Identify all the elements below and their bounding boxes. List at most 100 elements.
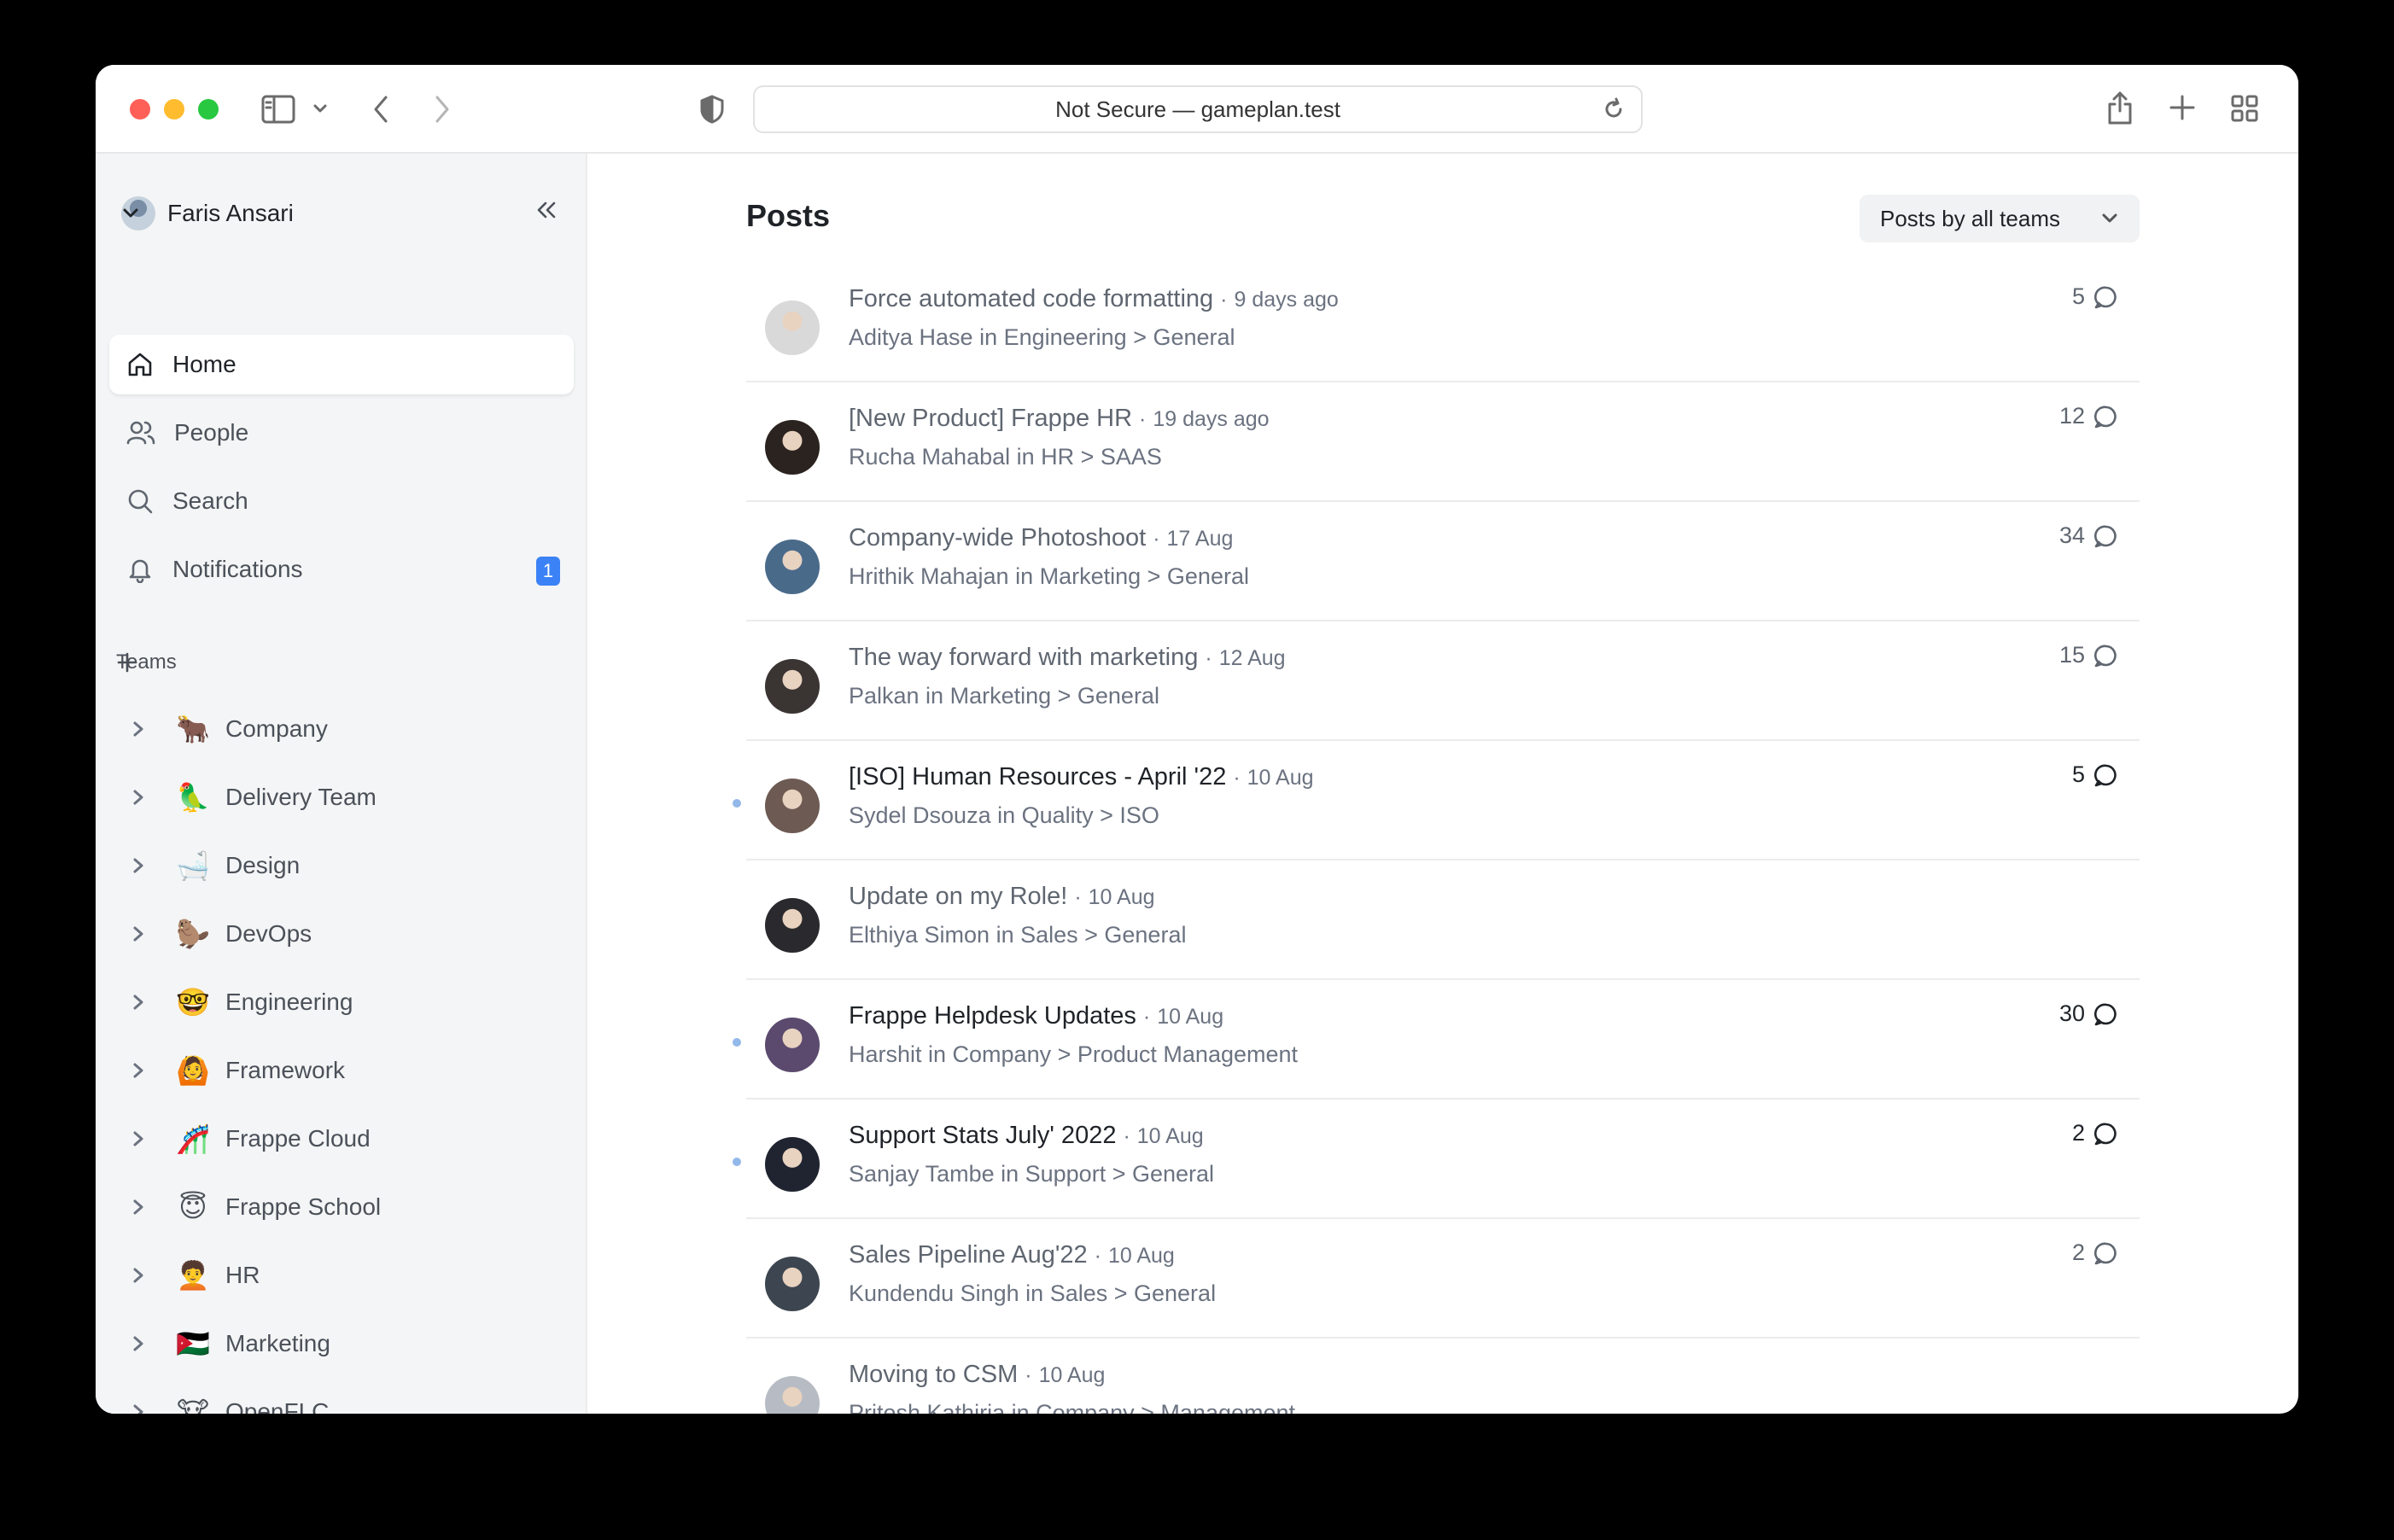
zoom-window-button[interactable] bbox=[198, 99, 219, 120]
post-row[interactable]: Update on my Role! · 10 Aug Elthiya Simon i… bbox=[746, 860, 2140, 980]
forward-arrow-icon[interactable] bbox=[432, 94, 453, 125]
team-emoji: 😇 bbox=[178, 1192, 207, 1222]
minimize-window-button[interactable] bbox=[164, 99, 184, 120]
chevron-down-icon[interactable] bbox=[312, 102, 328, 114]
new-tab-icon[interactable] bbox=[2169, 94, 2196, 121]
comment-count: 12 bbox=[2059, 403, 2119, 429]
tab-overview-icon[interactable] bbox=[2230, 94, 2259, 123]
address-bar[interactable]: Not Secure — gameplan.test bbox=[753, 85, 1643, 133]
team-item[interactable]: 🤓 Engineering bbox=[130, 977, 353, 1028]
user-menu[interactable]: Faris Ansari bbox=[121, 195, 294, 232]
post-time: 10 Aug bbox=[1107, 1244, 1175, 1268]
post-time: 17 Aug bbox=[1166, 527, 1234, 551]
post-title[interactable]: Sales Pipeline Aug'22 bbox=[849, 1241, 1088, 1269]
team-item[interactable]: 🇯🇴 Marketing bbox=[130, 1318, 330, 1369]
team-item[interactable]: 🎢 Frappe Cloud bbox=[130, 1113, 371, 1164]
collapse-sidebar-icon[interactable] bbox=[534, 200, 558, 220]
unread-dot bbox=[733, 799, 741, 808]
chevron-right-icon[interactable] bbox=[130, 1198, 161, 1216]
team-item[interactable]: 🧑‍🦱 HR bbox=[130, 1250, 260, 1301]
post-row[interactable]: [New Product] Frappe HR · 19 days ago Rucha… bbox=[746, 382, 2140, 502]
nav-people[interactable]: People bbox=[109, 403, 574, 463]
team-filter-dropdown[interactable]: Posts by all teams bbox=[1860, 195, 2140, 242]
post-title[interactable]: Moving to CSM bbox=[849, 1361, 1018, 1388]
team-item[interactable]: 🛁 Design bbox=[130, 840, 300, 891]
chevron-right-icon[interactable] bbox=[130, 856, 161, 875]
post-meta: Rucha Mahabal in HR > SAAS bbox=[849, 444, 1162, 470]
back-arrow-icon[interactable] bbox=[371, 94, 391, 125]
chevron-right-icon[interactable] bbox=[130, 1403, 161, 1414]
post-row[interactable]: Support Stats July' 2022 · 10 Aug Sanjay Ta… bbox=[733, 1100, 2140, 1219]
team-label: Company bbox=[225, 715, 328, 742]
post-row[interactable]: [ISO] Human Resources - April '22 · 10 Aug… bbox=[733, 741, 2140, 860]
comment-count: 5 bbox=[2072, 761, 2119, 788]
post-title[interactable]: Support Stats July' 2022 bbox=[849, 1122, 1116, 1149]
home-icon bbox=[128, 353, 152, 376]
privacy-shield-icon[interactable] bbox=[698, 94, 726, 125]
post-title-line: [New Product] Frappe HR · 19 days ago bbox=[849, 405, 1270, 433]
comment-count: 15 bbox=[2059, 642, 2119, 668]
sidebar-toggle-icon[interactable] bbox=[261, 94, 295, 125]
bell-icon bbox=[129, 559, 151, 583]
author-avatar bbox=[765, 1137, 820, 1192]
chevron-right-icon[interactable] bbox=[130, 1334, 161, 1353]
nav-search[interactable]: Search bbox=[109, 471, 574, 531]
reload-icon[interactable] bbox=[1602, 97, 1626, 121]
post-row[interactable]: Company-wide Photoshoot · 17 Aug Hrithik Ma… bbox=[746, 502, 2140, 621]
chevron-right-icon[interactable] bbox=[130, 1129, 161, 1148]
post-row[interactable]: Force automated code formatting · 9 days a… bbox=[746, 263, 2140, 382]
chevron-right-icon[interactable] bbox=[130, 993, 161, 1012]
post-meta: Aditya Hase in Engineering > General bbox=[849, 324, 1235, 350]
close-window-button[interactable] bbox=[130, 99, 150, 120]
post-title[interactable]: Force automated code formatting bbox=[849, 285, 1213, 312]
comment-bubble-icon bbox=[2093, 405, 2117, 428]
team-emoji: 🦫 bbox=[176, 919, 210, 949]
post-title[interactable]: [New Product] Frappe HR bbox=[849, 405, 1132, 432]
post-time: 10 Aug bbox=[1088, 885, 1155, 909]
post-time: 12 Aug bbox=[1218, 646, 1286, 670]
add-team-icon[interactable] bbox=[116, 651, 138, 674]
team-item[interactable]: 🦜 Delivery Team bbox=[130, 772, 377, 823]
post-title[interactable]: The way forward with marketing bbox=[849, 644, 1198, 671]
separator-dot: · bbox=[1139, 407, 1147, 431]
comment-bubble-icon bbox=[2093, 764, 2117, 786]
post-time: 9 days ago bbox=[1234, 288, 1339, 312]
team-item[interactable]: 🦫 DevOps bbox=[130, 908, 312, 960]
post-row[interactable]: Frappe Helpdesk Updates · 10 Aug Harshit in… bbox=[733, 980, 2140, 1100]
chevron-right-icon[interactable] bbox=[130, 1061, 161, 1080]
post-title[interactable]: Frappe Helpdesk Updates bbox=[849, 1002, 1136, 1030]
unread-dot bbox=[733, 1158, 741, 1166]
team-item[interactable]: 🙆 Framework bbox=[130, 1045, 345, 1096]
search-icon bbox=[128, 489, 153, 514]
team-label: Frappe School bbox=[225, 1193, 382, 1220]
nav-notifications[interactable]: Notifications 1 bbox=[109, 540, 574, 599]
chevron-right-icon[interactable] bbox=[130, 1266, 161, 1285]
team-item[interactable]: 🐮 OpenFLC bbox=[130, 1386, 329, 1414]
comment-count: 5 bbox=[2072, 283, 2119, 310]
post-row[interactable]: Sales Pipeline Aug'22 · 10 Aug Kundendu Sin… bbox=[746, 1219, 2140, 1339]
chevron-right-icon[interactable] bbox=[130, 788, 161, 807]
nav-notifications-label: Notifications bbox=[172, 556, 303, 582]
nav-search-label: Search bbox=[172, 487, 248, 514]
post-time: 10 Aug bbox=[1136, 1124, 1204, 1148]
comment-bubble-icon bbox=[2093, 286, 2117, 308]
post-title-line: Force automated code formatting · 9 days a… bbox=[849, 285, 1339, 313]
team-item[interactable]: 😇 Frappe School bbox=[130, 1181, 381, 1233]
author-avatar bbox=[765, 659, 820, 714]
chevron-right-icon[interactable] bbox=[130, 925, 161, 943]
team-emoji: 🐂 bbox=[176, 714, 210, 744]
nav-home[interactable]: Home bbox=[109, 335, 574, 394]
comment-count: 34 bbox=[2059, 522, 2119, 549]
post-title[interactable]: [ISO] Human Resources - April '22 bbox=[849, 763, 1226, 790]
post-row[interactable]: Moving to CSM · 10 Aug Pritesh Kathiria in … bbox=[746, 1339, 2140, 1414]
chevron-right-icon[interactable] bbox=[130, 720, 161, 738]
share-icon[interactable] bbox=[2105, 89, 2134, 126]
post-title[interactable]: Company-wide Photoshoot bbox=[849, 524, 1146, 551]
chevron-down-icon bbox=[121, 207, 140, 220]
post-row[interactable]: The way forward with marketing · 12 Aug Pal… bbox=[746, 621, 2140, 741]
team-item[interactable]: 🐂 Company bbox=[130, 703, 328, 755]
author-avatar bbox=[765, 1257, 820, 1311]
comment-count-value: 5 bbox=[2071, 283, 2085, 309]
comment-bubble-icon bbox=[2093, 1003, 2117, 1025]
post-title[interactable]: Update on my Role! bbox=[849, 883, 1067, 910]
